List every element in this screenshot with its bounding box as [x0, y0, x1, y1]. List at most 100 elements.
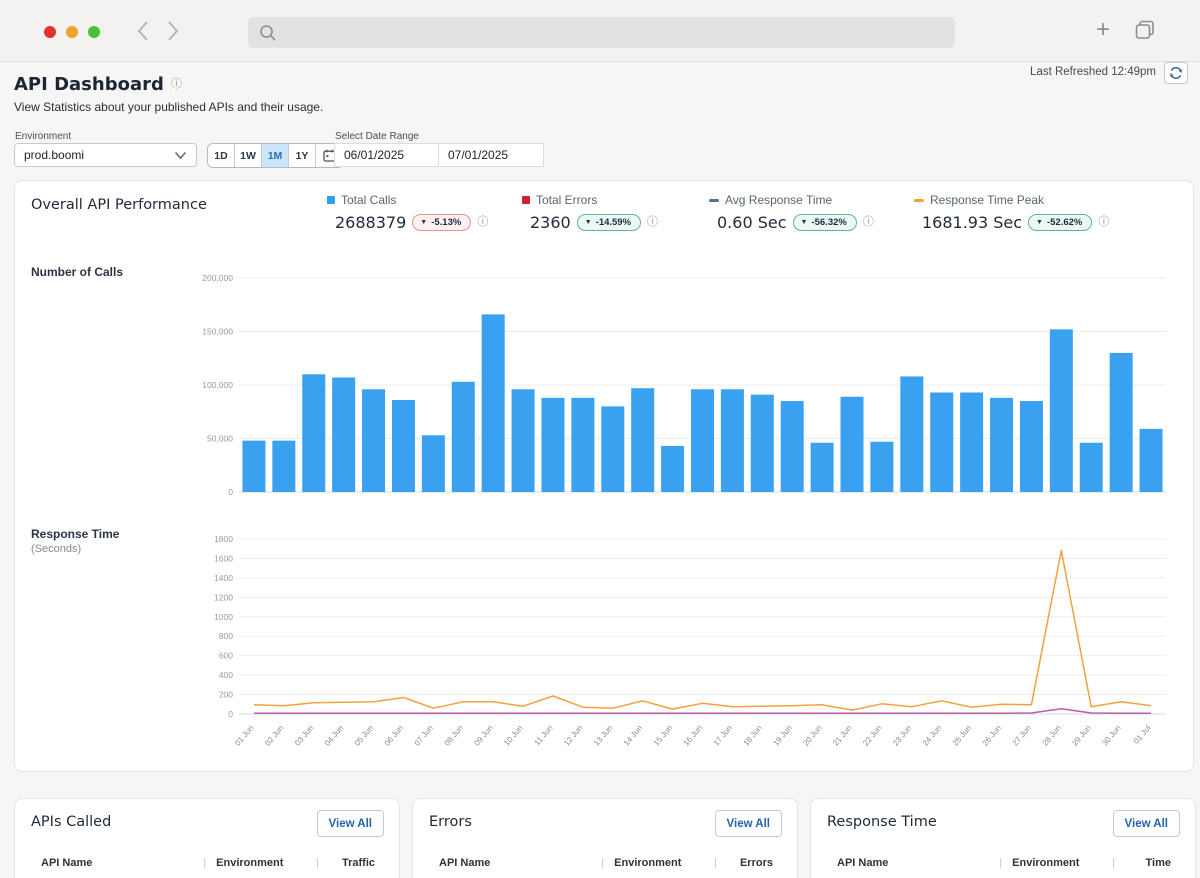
svg-text:01 Jun: 01 Jun [233, 724, 255, 748]
window-close-button[interactable] [44, 26, 56, 38]
svg-text:26 Jun: 26 Jun [981, 724, 1003, 748]
browser-tab-controls: + [1096, 18, 1156, 42]
page-title: API Dashboard [14, 74, 164, 95]
svg-text:18 Jun: 18 Jun [741, 724, 763, 748]
svg-text:06 Jun: 06 Jun [383, 724, 405, 748]
delta-badge: ▼-5.13% [412, 214, 471, 231]
back-icon[interactable] [136, 20, 150, 42]
stat-total-errors: Total Errors 2360 ▼-14.59% ⓘ [522, 193, 658, 232]
total-errors-legend-swatch [522, 196, 530, 204]
response-time-line-chart[interactable]: 02004006008001000120014001600180001 Jun0… [171, 531, 1181, 761]
search-icon [258, 23, 278, 43]
column-environment: Environment [1002, 857, 1112, 869]
stat-avg-response-time: Avg Response Time 0.60 Sec ▼-56.32% ⓘ [709, 193, 874, 232]
refresh-icon [1169, 66, 1183, 80]
end-date-input[interactable]: 07/01/2025 [439, 143, 544, 167]
svg-text:25 Jun: 25 Jun [951, 724, 973, 748]
trend-down-icon: ▼ [585, 219, 592, 226]
stat-value: 2688379 [335, 213, 406, 232]
response-time-table-header: API Name | Environment | Time [811, 857, 1195, 869]
refresh-row: Last Refreshed 12:49pm [1030, 62, 1188, 84]
svg-text:1200: 1200 [214, 592, 233, 602]
info-icon[interactable]: ⓘ [863, 217, 874, 228]
svg-text:10 Jun: 10 Jun [502, 724, 524, 748]
svg-text:21 Jun: 21 Jun [831, 724, 853, 748]
date-range-inputs: 06/01/2025 07/01/2025 [334, 143, 544, 167]
svg-text:24 Jun: 24 Jun [921, 724, 943, 748]
svg-text:0: 0 [228, 709, 233, 719]
chevron-down-icon [174, 151, 187, 160]
svg-text:19 Jun: 19 Jun [771, 724, 793, 748]
svg-text:1600: 1600 [214, 553, 233, 563]
errors-view-all-button[interactable]: View All [715, 810, 782, 837]
apis-called-view-all-button[interactable]: View All [317, 810, 384, 837]
last-refreshed-text: Last Refreshed 12:49pm [1030, 66, 1156, 78]
svg-text:600: 600 [219, 651, 233, 661]
svg-text:20 Jun: 20 Jun [801, 724, 823, 748]
browser-chrome: + [0, 0, 1200, 62]
info-icon[interactable]: ⓘ [647, 217, 658, 228]
window-zoom-button[interactable] [88, 26, 100, 38]
new-tab-icon[interactable]: + [1096, 18, 1110, 42]
peak-response-legend-swatch [914, 199, 924, 202]
svg-text:200,000: 200,000 [202, 273, 233, 283]
range-button-1m[interactable]: 1M [262, 144, 289, 167]
trend-down-icon: ▼ [420, 219, 427, 226]
errors-title: Errors [429, 814, 472, 830]
column-api-name: API Name [811, 857, 999, 869]
apis-called-title: APIs Called [31, 814, 111, 830]
window-controls [44, 26, 100, 38]
forward-icon[interactable] [166, 20, 180, 42]
summary-tables-row: APIs Called View All API Name | Environm… [14, 798, 1196, 878]
svg-text:14 Jun: 14 Jun [622, 724, 644, 748]
stat-label: Response Time Peak [930, 193, 1044, 207]
calls-bar-chart[interactable]: 050,000100,000150,000200,000 [171, 267, 1181, 507]
range-button-1y[interactable]: 1Y [289, 144, 316, 167]
column-time: Time [1115, 857, 1195, 869]
stat-value: 0.60 Sec [717, 213, 787, 232]
stat-response-time-peak: Response Time Peak 1681.93 Sec ▼-52.62% … [914, 193, 1109, 232]
svg-text:800: 800 [219, 631, 233, 641]
apis-called-card: APIs Called View All API Name | Environm… [14, 798, 400, 878]
stat-label: Total Calls [341, 193, 396, 207]
page-title-info-icon[interactable]: ⓘ [171, 79, 182, 90]
date-range-label: Select Date Range [335, 131, 419, 142]
svg-text:1800: 1800 [214, 534, 233, 544]
svg-text:400: 400 [219, 670, 233, 680]
errors-table-header: API Name | Environment | Errors [413, 857, 797, 869]
info-icon[interactable]: ⓘ [477, 217, 488, 228]
response-time-title: Response Time [827, 814, 937, 830]
apis-called-table-header: API Name | Environment | Traffic [15, 857, 399, 869]
stat-value: 1681.93 Sec [922, 213, 1022, 232]
svg-text:04 Jun: 04 Jun [323, 724, 345, 748]
svg-text:03 Jun: 03 Jun [293, 724, 315, 748]
calls-axis-label: Number of Calls [31, 265, 123, 279]
svg-text:23 Jun: 23 Jun [891, 724, 913, 748]
browser-nav [136, 20, 180, 42]
column-environment: Environment [206, 857, 316, 869]
overall-api-performance-card: Overall API Performance Total Calls 2688… [14, 180, 1194, 772]
page-subtitle: View Statistics about your published API… [14, 100, 323, 114]
environment-value: prod.boomi [24, 148, 84, 162]
svg-text:29 Jun: 29 Jun [1070, 724, 1092, 748]
stat-label: Avg Response Time [725, 193, 832, 207]
refresh-button[interactable] [1164, 62, 1188, 84]
column-api-name: API Name [15, 857, 203, 869]
window-minimize-button[interactable] [66, 26, 78, 38]
svg-text:05 Jun: 05 Jun [353, 724, 375, 748]
delta-badge: ▼-56.32% [793, 214, 857, 231]
environment-select[interactable]: prod.boomi [14, 143, 197, 167]
stat-label: Total Errors [536, 193, 597, 207]
range-button-1d[interactable]: 1D [208, 144, 235, 167]
start-date-input[interactable]: 06/01/2025 [334, 143, 439, 167]
response-time-view-all-button[interactable]: View All [1113, 810, 1180, 837]
errors-card: Errors View All API Name | Environment |… [412, 798, 798, 878]
address-bar[interactable] [248, 17, 955, 48]
svg-text:22 Jun: 22 Jun [861, 724, 883, 748]
avg-response-legend-swatch [709, 199, 719, 202]
api-dashboard-page: + Last Refreshed 12:49pm API Dashboard ⓘ… [0, 0, 1200, 878]
svg-text:01 Jul: 01 Jul [1132, 723, 1153, 745]
tab-overview-icon[interactable] [1134, 19, 1156, 41]
range-button-1w[interactable]: 1W [235, 144, 262, 167]
info-icon[interactable]: ⓘ [1098, 217, 1109, 228]
